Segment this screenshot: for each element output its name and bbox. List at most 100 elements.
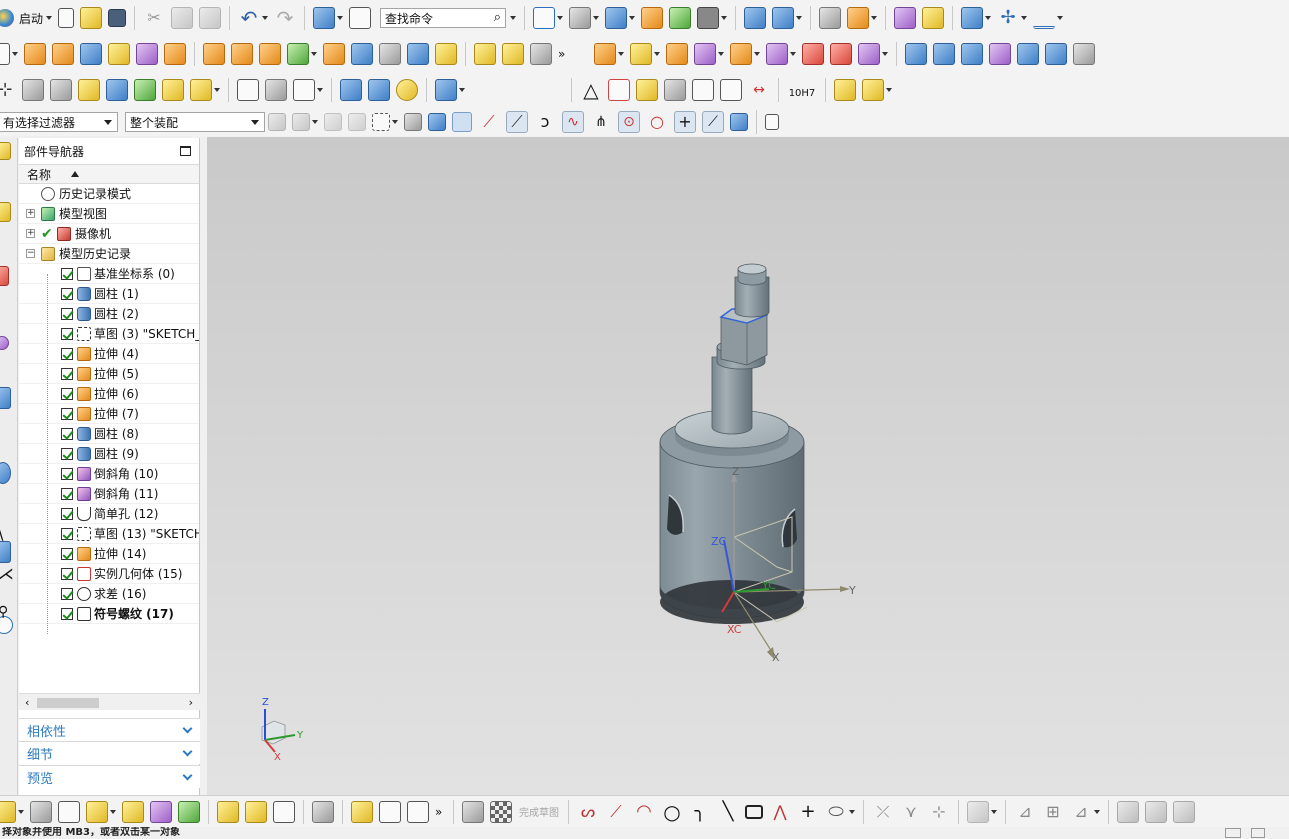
- fit-view-dropdown-icon[interactable]: [557, 16, 564, 20]
- tree-feature-row[interactable]: 求差 (16): [19, 584, 199, 604]
- background-color-icon[interactable]: [697, 7, 720, 29]
- add-existing-dropdown-icon[interactable]: [110, 809, 116, 814]
- navigator-horizontal-scrollbar[interactable]: ‹ ›: [19, 693, 200, 710]
- analysis-icon[interactable]: [894, 7, 917, 29]
- replace-face-dropdown-icon[interactable]: [718, 52, 724, 56]
- layer-settings-icon[interactable]: [22, 79, 44, 101]
- gear-icon[interactable]: [396, 79, 418, 101]
- reflection-icon[interactable]: [922, 7, 945, 29]
- csys-dropdown-icon[interactable]: [1021, 16, 1028, 20]
- coplanar-dropdown-icon[interactable]: [790, 52, 796, 56]
- offset-curve-icon[interactable]: ⬭: [825, 801, 847, 823]
- save-icon[interactable]: [108, 9, 127, 27]
- annotation-dropdown-icon[interactable]: [214, 88, 220, 92]
- tree-feature-row[interactable]: 草图 (3) "SKETCH_: [19, 324, 199, 344]
- checkered-flag-icon[interactable]: [490, 800, 512, 823]
- info-icon[interactable]: [819, 7, 842, 29]
- route-icon[interactable]: [379, 800, 401, 823]
- paste-icon[interactable]: [199, 7, 222, 29]
- collapse-icon[interactable]: −: [26, 249, 35, 258]
- project-curve-icon[interactable]: [1173, 800, 1195, 823]
- resize-blend-dropdown-icon[interactable]: [754, 52, 760, 56]
- tree-feature-row[interactable]: 拉伸 (14): [19, 544, 199, 564]
- thread-tool-icon[interactable]: [340, 79, 362, 101]
- tolerance-fit-icon[interactable]: 10H7: [787, 79, 817, 101]
- polygon-icon[interactable]: ⋀: [769, 801, 791, 823]
- combine-icon[interactable]: [259, 43, 281, 65]
- resource-part-icon[interactable]: [0, 336, 9, 350]
- tree-feature-row[interactable]: 圆柱 (1): [19, 284, 199, 304]
- offset-dropdown-icon[interactable]: [849, 809, 855, 814]
- tree-node-model-history[interactable]: − 模型历史记录: [19, 244, 199, 264]
- revolve-icon[interactable]: [52, 43, 74, 65]
- cut-icon[interactable]: ✂: [143, 7, 165, 29]
- add-component-icon[interactable]: [862, 79, 884, 101]
- studio-surface-icon[interactable]: [989, 43, 1011, 65]
- measure-icon[interactable]: [847, 7, 870, 29]
- flag-icon[interactable]: [293, 79, 315, 101]
- extend-icon[interactable]: ⋎: [900, 801, 922, 823]
- swept-icon[interactable]: [961, 43, 983, 65]
- name-column-header[interactable]: 名称: [19, 164, 199, 184]
- fit-view-icon[interactable]: [533, 7, 556, 29]
- details-panel-header[interactable]: 细节: [19, 741, 200, 764]
- dimension-icon[interactable]: ↔: [748, 79, 770, 101]
- explode-icon[interactable]: [217, 800, 239, 823]
- scroll-thumb[interactable]: [37, 698, 99, 708]
- flag-dropdown-icon[interactable]: [317, 88, 323, 92]
- resource-process-icon[interactable]: \: [0, 524, 3, 543]
- type-filter-dropdown[interactable]: 有选择过滤器: [0, 112, 118, 132]
- select-solid-icon[interactable]: [404, 113, 422, 131]
- mirror-assembly-icon[interactable]: [150, 800, 172, 823]
- visibility-checkbox[interactable]: [61, 608, 73, 620]
- visibility-checkbox[interactable]: [61, 308, 73, 320]
- more-commands-icon[interactable]: »: [435, 801, 445, 823]
- snap-quadrant-icon[interactable]: ○: [646, 111, 668, 133]
- routing-icon[interactable]: [435, 79, 457, 101]
- tree-feature-row[interactable]: 草图 (13) "SKETCH: [19, 524, 199, 544]
- resource-web-icon[interactable]: [0, 462, 11, 484]
- snap-curve-icon[interactable]: ↄ: [534, 111, 556, 133]
- expand-icon[interactable]: +: [26, 229, 35, 238]
- pocket-icon[interactable]: [164, 43, 186, 65]
- table-icon[interactable]: [608, 79, 630, 101]
- window-icon[interactable]: [349, 7, 372, 29]
- visibility-checkbox[interactable]: [61, 448, 73, 460]
- through-curves-icon[interactable]: [905, 43, 927, 65]
- sketch-settings-icon[interactable]: [462, 800, 484, 823]
- boss-icon[interactable]: [136, 43, 158, 65]
- deselect-icon[interactable]: [348, 113, 366, 131]
- tree-feature-row[interactable]: 倒斜角 (10): [19, 464, 199, 484]
- pencil-icon[interactable]: [78, 79, 100, 101]
- transform-dropdown-icon[interactable]: [796, 16, 803, 20]
- component-icon[interactable]: [30, 800, 52, 823]
- general-select-dropdown-icon[interactable]: [312, 120, 318, 124]
- hole-feature-icon[interactable]: [108, 43, 130, 65]
- graphics-window[interactable]: Z ZC YC XC Y X Z Y X: [207, 137, 1289, 795]
- tree-node-cameras[interactable]: + ✔ 摄像机: [19, 224, 199, 244]
- tree-node-history-mode[interactable]: 历史记录模式: [19, 184, 199, 204]
- grid-icon[interactable]: [765, 114, 779, 130]
- ruler-icon[interactable]: [1033, 7, 1056, 29]
- routing-dropdown-icon[interactable]: [459, 88, 465, 92]
- snap-control-icon[interactable]: ∿: [562, 111, 584, 133]
- assembly-constraint-icon[interactable]: ⊹: [0, 79, 16, 101]
- selection-scope-dropdown[interactable]: 整个装配: [125, 112, 265, 132]
- edit-parameters-icon[interactable]: [134, 79, 156, 101]
- circle-icon[interactable]: ○: [661, 801, 683, 823]
- synchronous-move-face-icon[interactable]: [594, 43, 616, 65]
- offset-face-icon[interactable]: [435, 43, 457, 65]
- geometric-constraint-icon[interactable]: ⊿: [1014, 801, 1036, 823]
- layer-icon[interactable]: [669, 7, 692, 29]
- line-icon[interactable]: ⟋: [605, 801, 627, 823]
- finish-sketch-button[interactable]: 完成草图: [519, 804, 559, 819]
- tree-feature-row[interactable]: 拉伸 (6): [19, 384, 199, 404]
- visibility-checkbox[interactable]: [61, 288, 73, 300]
- maximize-icon[interactable]: [180, 146, 191, 156]
- tree-feature-row[interactable]: 圆柱 (2): [19, 304, 199, 324]
- linear-dimension-icon[interactable]: [858, 43, 880, 65]
- face-blend-icon[interactable]: [502, 43, 524, 65]
- mesh-icon[interactable]: [636, 79, 658, 101]
- resource-history-icon[interactable]: [0, 541, 11, 563]
- resource-settings-icon[interactable]: [0, 142, 11, 160]
